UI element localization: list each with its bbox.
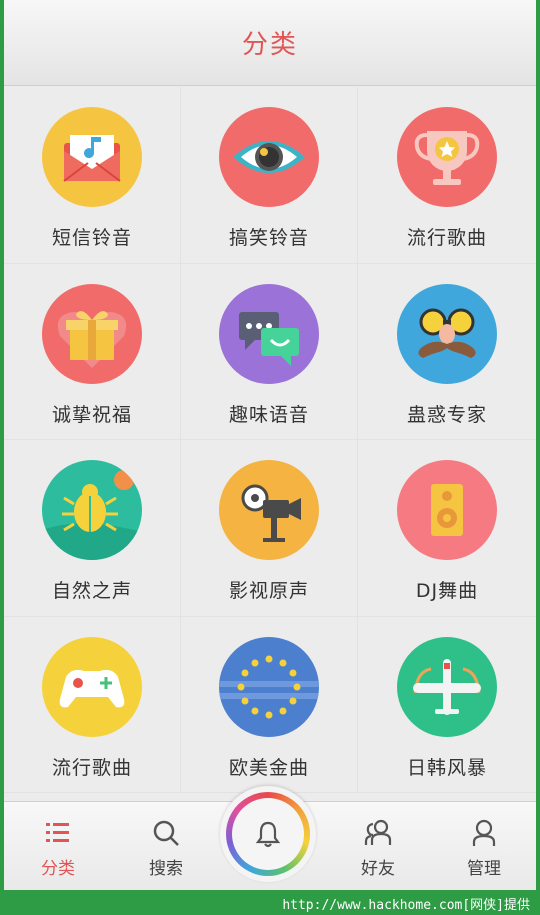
category-label: 搞笑铃音 [228,227,309,249]
airplane-icon [397,636,497,737]
category-label: 趣味语音 [228,403,309,426]
gamepad-icon [42,636,142,737]
category-label: 诚挚祝福 [51,403,132,426]
tab-label: 管理 [467,859,501,879]
category-label: 欧美金曲 [228,756,309,779]
category-pop-songs[interactable]: 流行歌曲 [358,87,536,264]
app-screen: 分类 短信铃音 搞笑铃音 流行歌曲 诚挚祝福 趣味语音 蛊惑专家 自然之声 影视… [4,0,536,890]
envelope-music-icon [42,107,142,207]
category-label: 流行歌曲 [51,756,132,779]
category-pop-songs-2[interactable]: 流行歌曲 [4,616,181,793]
tab-label: 搜索 [149,859,183,879]
mustache-glasses-icon [397,283,497,384]
tab-label: 好友 [361,859,395,879]
trophy-icon [397,107,497,207]
eye-icon [219,107,319,207]
page-title: 分类 [241,30,298,60]
category-jk-storm[interactable]: 日韩风暴 [358,617,536,793]
category-fun-voice[interactable]: 趣味语音 [181,263,358,440]
center-ring-button[interactable] [220,786,316,882]
user-icon [472,819,496,846]
eu-flag-icon [219,636,319,737]
gift-icon [42,283,142,384]
beetle-icon [42,460,142,560]
category-sms-ringtone[interactable]: 短信铃音 [4,87,181,264]
tab-manage[interactable]: 管理 [444,802,524,890]
category-soundtracks[interactable]: 影视原声 [181,440,358,617]
source-url-text: http://www.hackhome.com[网侠]提供 [282,898,530,913]
category-label: 短信铃音 [51,227,132,249]
header-bar: 分类 [4,0,536,86]
category-nature-sounds[interactable]: 自然之声 [4,440,181,617]
category-grid: 短信铃音 搞笑铃音 流行歌曲 诚挚祝福 趣味语音 蛊惑专家 自然之声 影视原声 … [4,87,536,801]
category-blessings[interactable]: 诚挚祝福 [4,263,181,440]
tab-friends[interactable]: 好友 [338,802,418,890]
chat-bubbles-icon [219,283,319,384]
bell-icon [255,821,281,848]
category-label: 日韩风暴 [406,756,487,779]
speaker-icon [397,460,497,560]
friends-icon [364,819,392,845]
category-label: 影视原声 [228,580,309,602]
category-gu-expert[interactable]: 蛊惑专家 [358,264,536,440]
category-dj[interactable]: DJ舞曲 [358,440,536,617]
category-label: 自然之声 [51,580,132,602]
category-western-hits[interactable]: 欧美金曲 [181,616,358,793]
category-funny-ringtone[interactable]: 搞笑铃音 [181,87,358,264]
search-icon [153,820,179,846]
category-label: 流行歌曲 [406,227,487,249]
movie-camera-icon [219,460,319,560]
tab-search[interactable]: 搜索 [126,802,206,890]
category-label: DJ舞曲 [415,580,479,602]
tab-label: 分类 [41,859,75,879]
list-icon [46,823,69,842]
tab-category[interactable]: 分类 [18,802,98,890]
category-label: 蛊惑专家 [406,403,487,426]
bottom-tab-bar: 分类 搜索 好友 管理 [4,786,536,890]
watermark-bar: http://www.hackhome.com[网侠]提供 [0,890,540,915]
